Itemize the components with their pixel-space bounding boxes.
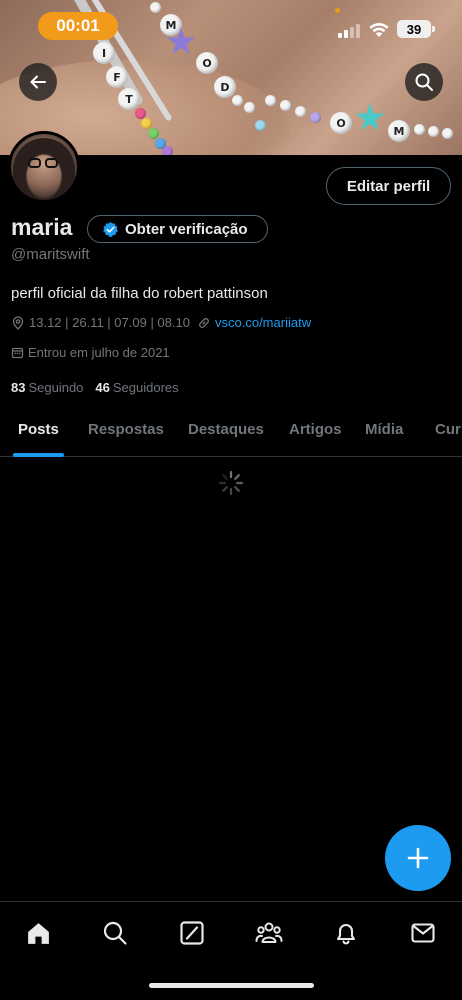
banner-bead bbox=[232, 95, 243, 106]
verified-badge-icon bbox=[102, 221, 119, 238]
following-link[interactable]: 83 Seguindo bbox=[11, 380, 83, 395]
banner-bead bbox=[141, 118, 152, 129]
joined-text: Entrou em julho de 2021 bbox=[28, 345, 170, 360]
profile-bio: perfil oficial da filha do robert pattin… bbox=[11, 285, 268, 302]
home-indicator-bar[interactable] bbox=[149, 983, 314, 988]
privacy-indicator-dot bbox=[335, 8, 340, 13]
website-link[interactable]: vsco.co/mariiatw bbox=[215, 315, 311, 330]
location-pin-icon bbox=[12, 315, 24, 330]
banner-bead bbox=[414, 124, 425, 135]
compose-post-button[interactable] bbox=[385, 825, 451, 891]
active-tab-indicator bbox=[13, 453, 64, 457]
banner-bead bbox=[255, 120, 266, 131]
banner-bead bbox=[244, 102, 255, 113]
following-label: Seguindo bbox=[28, 380, 84, 395]
followers-count: 46 bbox=[95, 380, 110, 395]
profile-joined-date: Entrou em julho de 2021 bbox=[11, 345, 170, 360]
banner-bead: F bbox=[106, 66, 128, 88]
communities-icon bbox=[255, 922, 283, 943]
banner-bead: O bbox=[196, 52, 218, 74]
get-verified-button[interactable]: Obter verificação bbox=[87, 215, 268, 243]
tab-highlights[interactable]: Destaques bbox=[188, 421, 264, 438]
location-text: 13.12 | 26.11 | 07.09 | 08.10 bbox=[29, 315, 190, 330]
nav-communities[interactable] bbox=[255, 919, 283, 947]
avatar-glasses bbox=[28, 158, 60, 168]
calendar-icon bbox=[11, 347, 24, 359]
nav-messages[interactable] bbox=[409, 919, 437, 947]
banner-bead: O bbox=[330, 112, 352, 134]
link-icon bbox=[199, 317, 209, 328]
battery-indicator: 39 bbox=[397, 20, 431, 38]
profile-website[interactable]: vsco.co/mariiatw bbox=[197, 315, 311, 330]
banner-star-bead bbox=[355, 103, 385, 131]
profile-name: maria bbox=[11, 214, 73, 240]
banner-bead bbox=[162, 146, 173, 155]
status-time[interactable]: 00:01 bbox=[38, 12, 118, 40]
messages-icon bbox=[411, 923, 435, 943]
cellular-signal-icon bbox=[338, 22, 362, 38]
followers-label: Seguidores bbox=[112, 380, 179, 395]
banner-bead bbox=[280, 100, 291, 111]
following-count: 83 bbox=[11, 380, 26, 395]
follow-stats: 83 Seguindo 46 Seguidores bbox=[11, 380, 179, 395]
battery-tip bbox=[432, 26, 435, 32]
status-bar: 00:01 39 bbox=[0, 0, 462, 52]
banner-bead bbox=[442, 128, 453, 139]
profile-tabs: Posts Respostas Destaques Artigos Mídia … bbox=[0, 410, 462, 457]
tab-media[interactable]: Mídia bbox=[365, 421, 403, 438]
tab-articles[interactable]: Artigos bbox=[289, 421, 342, 438]
loading-spinner-icon bbox=[218, 470, 244, 496]
back-button[interactable] bbox=[19, 63, 57, 101]
search-icon bbox=[103, 921, 127, 945]
banner-bead: M bbox=[388, 120, 410, 142]
get-verified-label: Obter verificação bbox=[125, 220, 248, 238]
edit-profile-button[interactable]: Editar perfil bbox=[326, 167, 451, 205]
tab-likes[interactable]: Cur bbox=[435, 421, 461, 438]
search-icon bbox=[415, 73, 433, 91]
arrow-left-icon bbox=[30, 75, 46, 89]
home-icon bbox=[27, 922, 49, 944]
profile-handle: @maritswift bbox=[11, 246, 90, 263]
tab-replies[interactable]: Respostas bbox=[88, 421, 164, 438]
banner-bead bbox=[148, 128, 159, 139]
profile-location: 13.12 | 26.11 | 07.09 | 08.10 bbox=[11, 315, 190, 330]
nav-grok[interactable] bbox=[178, 919, 206, 947]
banner-bead bbox=[295, 106, 306, 117]
search-button[interactable] bbox=[405, 63, 443, 101]
avatar-hair bbox=[13, 138, 75, 200]
banner-bead bbox=[265, 95, 276, 106]
banner-bead: D bbox=[214, 76, 236, 98]
avatar[interactable] bbox=[8, 131, 80, 203]
tab-posts[interactable]: Posts bbox=[18, 421, 59, 438]
banner-bead bbox=[310, 112, 321, 123]
nav-notifications[interactable] bbox=[332, 919, 360, 947]
followers-link[interactable]: 46 Seguidores bbox=[95, 380, 178, 395]
nav-home[interactable] bbox=[24, 919, 52, 947]
wifi-icon bbox=[367, 19, 391, 39]
grok-icon bbox=[180, 921, 204, 945]
banner-bead: T bbox=[118, 88, 140, 110]
nav-explore[interactable] bbox=[101, 919, 129, 947]
notifications-icon bbox=[336, 923, 356, 945]
plus-icon bbox=[407, 847, 429, 869]
banner-bead bbox=[428, 126, 439, 137]
